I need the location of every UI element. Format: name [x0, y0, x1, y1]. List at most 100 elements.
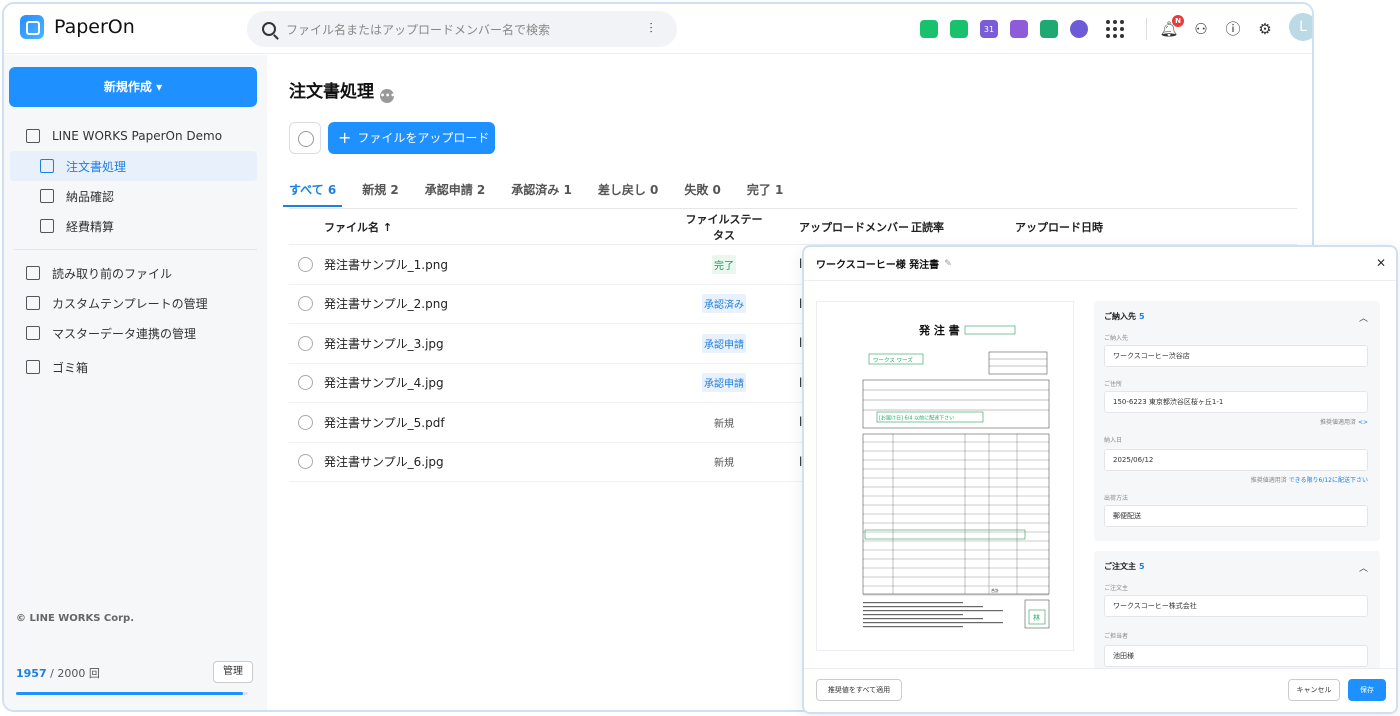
- page-title: 注文書処理 •••: [289, 77, 395, 103]
- sidebar-item-custom-templates[interactable]: カスタムテンプレートの管理: [4, 288, 267, 318]
- file-name[interactable]: 発注書サンプル_6.jpg: [324, 453, 669, 470]
- tab-new[interactable]: 新規 2: [362, 177, 399, 207]
- doc-note: [お届け日] 6/4 以前に配達下さい: [879, 415, 954, 422]
- upload-file-button[interactable]: + ファイルをアップロード: [328, 122, 495, 154]
- search-input[interactable]: ファイル名またはアップロードメンバー名で検索: [286, 21, 641, 38]
- app-grid-icon[interactable]: [1106, 20, 1124, 38]
- col-uploader[interactable]: アップロードメンバー: [779, 219, 911, 235]
- tab-failed[interactable]: 失敗 0: [684, 177, 721, 207]
- tab-completed[interactable]: 完了 1: [747, 177, 784, 207]
- help-icon[interactable]: ⓘ: [1223, 19, 1243, 39]
- mail-icon[interactable]: [950, 20, 968, 38]
- gear-icon[interactable]: ⚙: [1255, 19, 1275, 39]
- orderer-section: ご注文主 5 ︿ ご注文主 ワークスコーヒー株式会社 ご担当者 池田様: [1094, 551, 1380, 671]
- col-file-name[interactable]: ファイル名 ↑: [324, 219, 669, 235]
- sidebar-item-delivery-check[interactable]: 納品確認: [4, 181, 267, 211]
- header-icons: 31 🔔︎ N ⚇ ⓘ ⚙ L: [920, 13, 1312, 41]
- sidebar-org[interactable]: LINE WORKS PaperOn Demo: [4, 121, 267, 151]
- section-count: 5: [1139, 562, 1145, 571]
- col-accuracy[interactable]: 正読率: [911, 219, 1015, 235]
- sidebar-item-expense[interactable]: 経費精算: [4, 211, 267, 241]
- calendar-icon[interactable]: 31: [980, 20, 998, 38]
- tab-approval-request[interactable]: 承認申請 2: [425, 177, 486, 207]
- delivery-to-field[interactable]: ワークスコーヒー渋谷店: [1104, 345, 1368, 367]
- task-icon[interactable]: [1070, 20, 1088, 38]
- row-select-radio[interactable]: [298, 296, 313, 312]
- document-preview[interactable]: 発 注 書 ワークス ワーズ [お届け日] 6/4 以前に配達下さい 合計 林: [816, 301, 1074, 651]
- row-select-radio[interactable]: [298, 335, 313, 351]
- file-name[interactable]: 発注書サンプル_5.pdf: [324, 414, 669, 431]
- filter-settings-icon[interactable]: ⫶: [641, 19, 661, 39]
- tab-all[interactable]: すべて 6: [283, 177, 343, 207]
- admin-button[interactable]: 管理: [213, 661, 253, 683]
- note-icon[interactable]: [1010, 20, 1028, 38]
- save-button[interactable]: 保存: [1348, 679, 1386, 701]
- section-title: ご注文主 5: [1104, 562, 1145, 571]
- sidebar-item-label: 注文書処理: [66, 159, 127, 174]
- sidebar-item-order-processing[interactable]: 注文書処理: [10, 151, 257, 181]
- file-status: 新規: [684, 452, 764, 471]
- message-icon[interactable]: [920, 20, 938, 38]
- app-logo[interactable]: PaperOn: [20, 15, 135, 39]
- file-status: 完了: [684, 254, 764, 274]
- sidebar-item-label: 読み取り前のファイル: [52, 266, 173, 281]
- edit-icon[interactable]: ✎: [944, 259, 952, 269]
- field-label-delivery-to: ご納入先: [1104, 335, 1129, 342]
- template-search-icon: [26, 296, 40, 310]
- folder-icon: [40, 219, 54, 233]
- file-name[interactable]: 発注書サンプル_4.jpg: [324, 374, 669, 391]
- sidebar-item-master-data[interactable]: マスターデータ連携の管理: [4, 318, 267, 348]
- chevron-up-icon[interactable]: ︿: [1359, 311, 1368, 324]
- col-upload-date[interactable]: アップロード日時: [1015, 219, 1155, 235]
- sidebar-item-label: 経費精算: [66, 219, 115, 234]
- field-label-contact: ご担当者: [1104, 633, 1129, 640]
- apply-all-suggestions-button[interactable]: 推奨値をすべて適用: [816, 679, 902, 701]
- address-field[interactable]: 150-6223 東京都渋谷区桜ヶ丘1-1: [1104, 391, 1368, 413]
- building-icon: [26, 266, 40, 280]
- bell-icon[interactable]: 🔔︎ N: [1159, 15, 1184, 39]
- sidebar-divider: [14, 249, 257, 250]
- cancel-button[interactable]: キャンセル: [1288, 679, 1340, 701]
- orderer-field[interactable]: ワークスコーヒー株式会社: [1104, 595, 1368, 617]
- new-create-button[interactable]: 新規作成 ▾: [9, 67, 257, 107]
- row-select-radio[interactable]: [298, 454, 313, 470]
- field-label-address: ご住所: [1104, 381, 1123, 388]
- file-name[interactable]: 発注書サンプル_2.png: [324, 295, 669, 312]
- sidebar-item-label: マスターデータ連携の管理: [52, 326, 197, 341]
- drive-icon[interactable]: [1040, 20, 1058, 38]
- sidebar-item-trash[interactable]: ゴミ箱: [4, 352, 267, 382]
- avatar[interactable]: L: [1289, 13, 1312, 41]
- apply-suggestion-link[interactable]: <>: [1358, 419, 1368, 426]
- organization-icon[interactable]: ⚇: [1191, 19, 1211, 39]
- more-options-icon[interactable]: •••: [380, 89, 395, 103]
- search-icon: [262, 22, 276, 36]
- contact-person-field[interactable]: 池田様: [1104, 645, 1368, 667]
- file-name[interactable]: 発注書サンプル_3.jpg: [324, 335, 669, 352]
- doc-total-label: 合計: [991, 587, 999, 593]
- quota-progress-fill: [16, 692, 243, 695]
- shipping-method-field[interactable]: 郵便配送: [1104, 505, 1368, 527]
- file-name[interactable]: 発注書サンプル_1.png: [324, 256, 669, 273]
- col-file-status[interactable]: ファイルステータス: [684, 211, 764, 243]
- status-badge: 承認申請: [702, 333, 746, 353]
- suggestion-link[interactable]: できる限り6/12に配送下さい: [1289, 477, 1368, 484]
- row-select-radio[interactable]: [298, 375, 313, 391]
- app-name: PaperOn: [54, 16, 135, 38]
- row-select-radio[interactable]: [298, 414, 313, 430]
- select-all-button[interactable]: [289, 122, 321, 154]
- tab-returned[interactable]: 差し戻し 0: [598, 177, 659, 207]
- chevron-up-icon[interactable]: ︿: [1359, 561, 1368, 574]
- search-bar[interactable]: ファイル名またはアップロードメンバー名で検索 ⫶: [247, 11, 677, 47]
- field-label-shipping: 出荷方法: [1104, 495, 1129, 502]
- tab-approved[interactable]: 承認済み 1: [511, 177, 572, 207]
- status-tabs: すべて 6 新規 2 承認申請 2 承認済み 1 差し戻し 0 失敗 0 完了 …: [283, 177, 809, 207]
- file-status: 承認申請: [684, 333, 764, 353]
- paperon-logo-icon: [20, 15, 44, 39]
- sidebar-item-unread-files[interactable]: 読み取り前のファイル: [4, 258, 267, 288]
- delivery-date-field[interactable]: 2025/06/12: [1104, 449, 1368, 471]
- doc-title: 発 注 書: [918, 323, 960, 337]
- field-label-orderer: ご注文主: [1104, 585, 1129, 592]
- row-select-radio[interactable]: [298, 256, 313, 272]
- sidebar: 新規作成 ▾ LINE WORKS PaperOn Demo 注文書処理 納品確…: [4, 55, 267, 710]
- close-icon[interactable]: ✕: [1376, 256, 1386, 270]
